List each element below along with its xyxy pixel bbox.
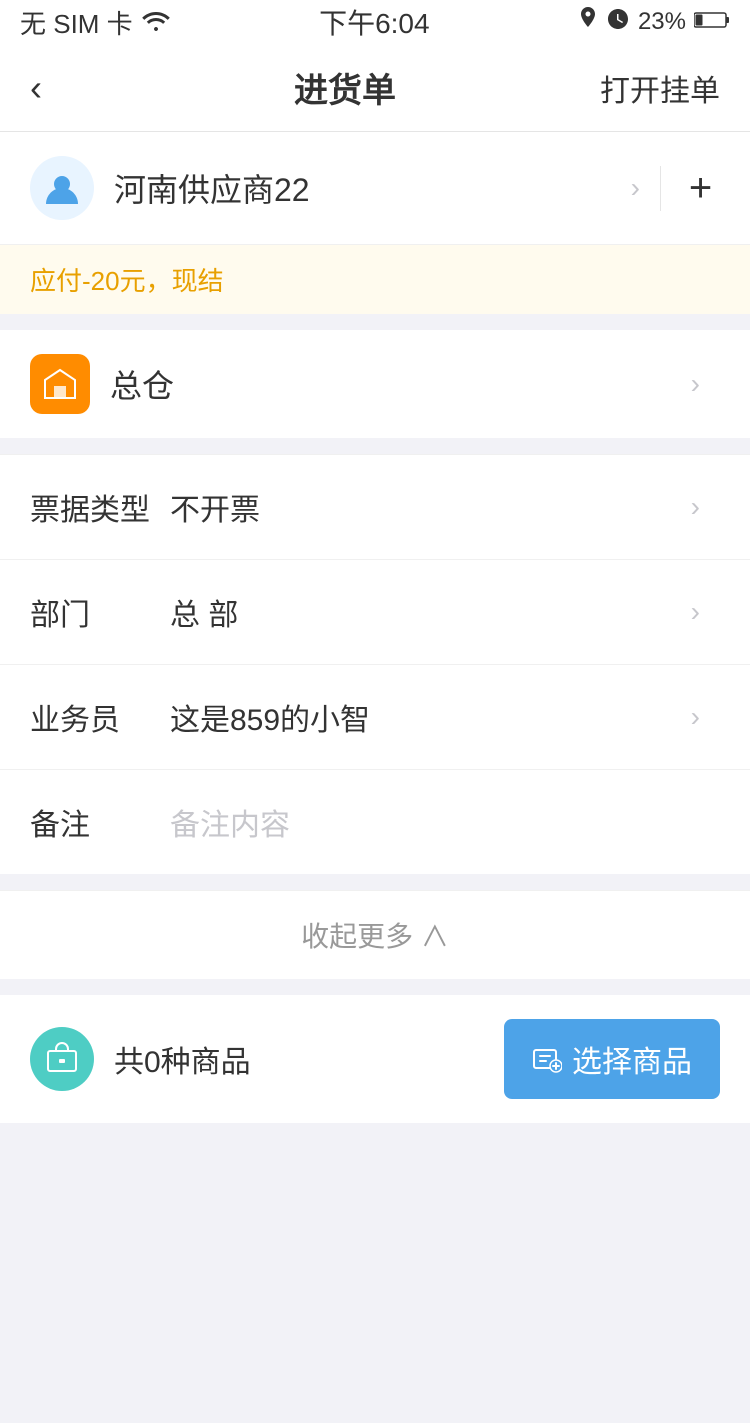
warehouse-chevron-icon: › [691, 368, 700, 400]
status-bar: 无 SIM 卡 下午6:04 23% [0, 0, 750, 44]
status-left: 无 SIM 卡 [20, 4, 171, 41]
warehouse-row[interactable]: 总仓 › [0, 330, 750, 438]
invoice-value: 不开票 [170, 485, 691, 529]
open-pending-button[interactable]: 打开挂单 [600, 66, 720, 110]
carrier-text: 无 SIM 卡 [20, 4, 133, 41]
dept-label: 部门 [30, 590, 170, 634]
warehouse-icon [30, 354, 90, 414]
sales-label: 业务员 [30, 695, 170, 739]
select-product-label: 选择商品 [572, 1037, 692, 1081]
remark-label: 备注 [30, 800, 170, 844]
invoice-row[interactable]: 票据类型 不开票 › [0, 454, 750, 559]
status-right: 23% [578, 7, 730, 38]
supplier-name: 河南供应商22 [114, 165, 631, 211]
add-button[interactable]: + [660, 166, 720, 211]
notice-bar: 应付-20元，现结 [0, 245, 750, 314]
form-section: 票据类型 不开票 › 部门 总 部 › 业务员 这是859的小智 › 备注 备注… [0, 454, 750, 874]
product-section: 共0种商品 选择商品 [0, 995, 750, 1123]
wifi-icon [141, 7, 171, 38]
back-button[interactable]: ‹ [30, 67, 90, 109]
sales-row[interactable]: 业务员 这是859的小智 › [0, 664, 750, 769]
notice-text: 应付-20元，现结 [30, 266, 224, 296]
remark-row[interactable]: 备注 备注内容 [0, 769, 750, 874]
bottom-area [0, 1123, 750, 1423]
supplier-chevron-icon: › [631, 172, 640, 204]
location-icon [578, 7, 598, 38]
invoice-chevron-icon: › [691, 491, 700, 523]
product-icon [30, 1027, 94, 1091]
collapse-label: 收起更多 ∧ [301, 915, 449, 955]
content-area: 河南供应商22 › + 应付-20元，现结 总仓 › 票据类型 不开票 › [0, 132, 750, 1423]
dept-chevron-icon: › [691, 596, 700, 628]
warehouse-section: 总仓 › [0, 330, 750, 438]
battery-icon [694, 8, 730, 36]
select-product-icon [532, 1044, 562, 1074]
dept-row[interactable]: 部门 总 部 › [0, 559, 750, 664]
warehouse-name: 总仓 [110, 361, 691, 407]
alarm-icon [606, 7, 630, 38]
select-product-button[interactable]: 选择商品 [504, 1019, 720, 1099]
invoice-label: 票据类型 [30, 485, 170, 529]
supplier-section: 河南供应商22 › + 应付-20元，现结 [0, 132, 750, 314]
product-count: 共0种商品 [114, 1037, 504, 1081]
supplier-avatar [30, 156, 94, 220]
collapse-button[interactable]: 收起更多 ∧ [0, 890, 750, 979]
sales-value: 这是859的小智 [170, 695, 691, 739]
supplier-row[interactable]: 河南供应商22 › + [0, 132, 750, 245]
page-title: 进货单 [294, 63, 396, 112]
nav-bar: ‹ 进货单 打开挂单 [0, 44, 750, 132]
time-display: 下午6:04 [319, 2, 430, 42]
dept-value: 总 部 [170, 590, 691, 634]
battery-text: 23% [638, 8, 686, 36]
sales-chevron-icon: › [691, 701, 700, 733]
remark-input[interactable]: 备注内容 [170, 800, 720, 844]
